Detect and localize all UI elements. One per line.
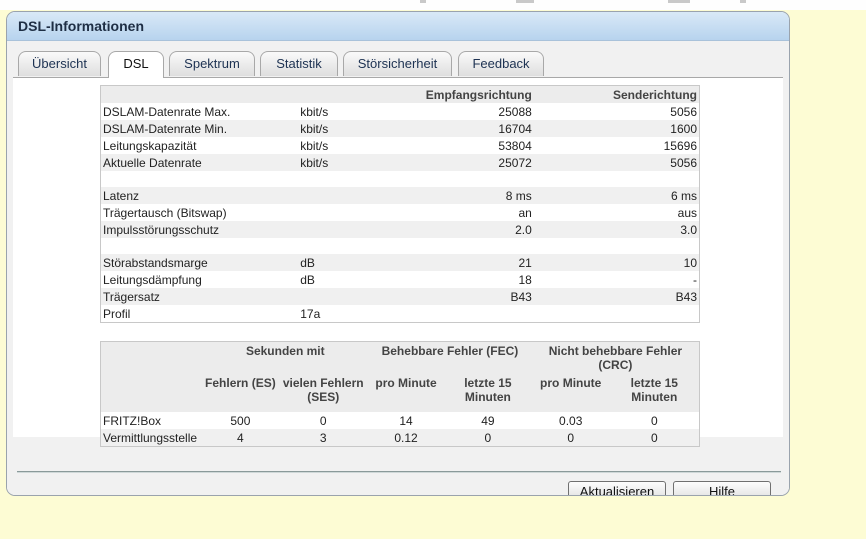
tab-spektrum[interactable]: Spektrum bbox=[169, 51, 255, 76]
tab-stoersicherheit[interactable]: Störsicherheit bbox=[343, 51, 452, 76]
tab-dsl[interactable]: DSL bbox=[108, 51, 164, 78]
dsl-info-panel: DSL-Informationen Übersicht DSL Spektrum… bbox=[6, 11, 790, 496]
divider bbox=[17, 472, 781, 473]
col-crc-15: letzte 15 Minuten bbox=[609, 374, 700, 412]
table-row: Störabstandsmarge dB 21 10 bbox=[100, 254, 700, 271]
toolbar-fragment bbox=[668, 0, 690, 3]
col-ses: vielen Fehlern (SES) bbox=[278, 374, 369, 412]
group-crc: Nicht behebbare Fehler (CRC) bbox=[531, 341, 700, 374]
table-row: Latenz 8 ms 6 ms bbox=[100, 187, 700, 204]
error-header-row: Sekunden mit Behebbare Fehler (FEC) Nich… bbox=[100, 341, 700, 374]
refresh-button[interactable]: Aktualisieren bbox=[568, 481, 666, 495]
help-button[interactable]: Hilfe bbox=[673, 481, 771, 495]
table-row: Leitungskapazität kbit/s 53804 15696 bbox=[103, 138, 697, 153]
col-senderichtung: Senderichtung bbox=[533, 85, 700, 103]
table-row: Leitungsdämpfung dB 18- bbox=[103, 272, 697, 287]
tab-feedback[interactable]: Feedback bbox=[458, 51, 544, 76]
table-row: DSLAM-Datenrate Min. kbit/s 16704 1600 bbox=[100, 120, 700, 137]
error-table: Sekunden mit Behebbare Fehler (FEC) Nich… bbox=[100, 341, 700, 447]
table-row: Profil 17a bbox=[103, 306, 321, 321]
toolbar-fragment bbox=[740, 0, 746, 3]
panel-body: Übersicht DSL Spektrum Statistik Störsic… bbox=[7, 41, 789, 495]
table-row: DSLAM-Datenrate Max. kbit/s 25088 5056 bbox=[103, 104, 697, 119]
error-subheader-row: Fehlern (ES) vielen Fehlern (SES) pro Mi… bbox=[100, 374, 700, 412]
col-crc-min: pro Minute bbox=[531, 374, 610, 412]
table-row: Vermittlungsstelle 4 3 0.12 0 0 0 bbox=[100, 429, 700, 447]
col-fec-15: letzte 15 Minuten bbox=[443, 374, 532, 412]
spacer-row bbox=[101, 238, 700, 254]
col-es: Fehlern (ES) bbox=[202, 374, 279, 412]
tab-content: Empfangsrichtung Senderichtung DSLAM-Dat… bbox=[13, 77, 783, 447]
top-strip bbox=[0, 0, 866, 10]
toolbar-fragment bbox=[420, 0, 426, 3]
tab-uebersicht[interactable]: Übersicht bbox=[18, 51, 101, 76]
dsl-info-table: Empfangsrichtung Senderichtung DSLAM-Dat… bbox=[100, 85, 700, 323]
table-row: Aktuelle Datenrate kbit/s 25072 5056 bbox=[100, 154, 700, 171]
table-header-row: Empfangsrichtung Senderichtung bbox=[100, 85, 700, 103]
group-fec: Behebbare Fehler (FEC) bbox=[368, 341, 532, 374]
panel-title: DSL-Informationen bbox=[7, 12, 789, 41]
toolbar-fragment bbox=[516, 0, 534, 3]
col-fec-min: pro Minute bbox=[368, 374, 444, 412]
table-row: Trägertausch (Bitswap) an aus bbox=[103, 205, 697, 220]
table-row: Impulsstörungsschutz 2.0 3.0 bbox=[100, 221, 700, 238]
spacer-row bbox=[101, 171, 700, 187]
col-empfangsrichtung: Empfangsrichtung bbox=[397, 85, 534, 103]
table-row: Trägersatz B43 B43 bbox=[100, 288, 700, 305]
table-row: FRITZ!Box 500 0 14 49 0.03 0 bbox=[103, 413, 658, 428]
group-seconds: Sekunden mit bbox=[202, 341, 369, 374]
tab-statistik[interactable]: Statistik bbox=[260, 51, 338, 76]
